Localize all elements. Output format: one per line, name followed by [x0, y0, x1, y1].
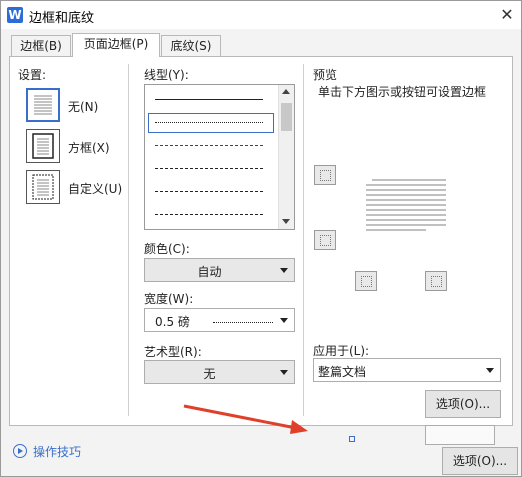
- preview-hint: 单击下方图示或按钮可设置边框: [318, 85, 487, 99]
- chevron-down-icon: [280, 370, 288, 375]
- apply-to-dropdown[interactable]: 整篇文档: [313, 358, 501, 382]
- top-border-button[interactable]: [314, 165, 336, 185]
- left-border-button[interactable]: [355, 271, 377, 291]
- art-label: 艺术型(R):: [144, 345, 202, 359]
- apply-to-value: 整篇文档: [318, 365, 367, 379]
- settings-label: 设置:: [18, 68, 47, 82]
- line-style-dashed[interactable]: [155, 168, 263, 169]
- line-style-solid[interactable]: [155, 99, 263, 100]
- wps-writer-icon: W: [7, 7, 23, 23]
- border-box-icon: [32, 133, 54, 159]
- setting-box-label[interactable]: 方框(X): [68, 139, 110, 156]
- blank-button[interactable]: [425, 425, 495, 445]
- preview-label: 预览: [313, 68, 338, 82]
- line-style-dotted[interactable]: [155, 122, 263, 123]
- tab-borders[interactable]: 边框(B): [11, 35, 71, 56]
- tab-shading[interactable]: 底纹(S): [161, 35, 221, 56]
- setting-custom-label[interactable]: 自定义(U): [68, 180, 122, 197]
- chevron-down-icon: [280, 268, 288, 273]
- chevron-down-icon: [280, 318, 288, 323]
- bottom-border-button[interactable]: [314, 230, 336, 250]
- setting-box-option[interactable]: [26, 129, 60, 163]
- apply-to-label: 应用于(L):: [313, 344, 370, 358]
- options-button-2[interactable]: 选项(O)...: [442, 447, 518, 475]
- color-value: 自动: [197, 265, 222, 279]
- line-style-dashed-small[interactable]: [155, 145, 263, 146]
- width-label: 宽度(W):: [144, 292, 194, 306]
- play-icon: [13, 444, 27, 458]
- play-triangle: [18, 448, 23, 454]
- setting-none-option[interactable]: [26, 88, 60, 122]
- divider-left: [128, 64, 129, 416]
- close-button[interactable]: ✕: [497, 5, 517, 25]
- right-border-button[interactable]: [425, 271, 447, 291]
- line-style-list[interactable]: [144, 84, 295, 230]
- title-bar: W 边框和底纹 ✕: [1, 1, 521, 29]
- art-dropdown[interactable]: 无: [144, 360, 295, 384]
- border-custom-icon: [32, 174, 54, 200]
- color-label: 颜色(C):: [144, 242, 190, 256]
- art-value: 无: [203, 367, 216, 381]
- line-style-dash-dot[interactable]: [155, 191, 263, 192]
- divider-right: [303, 64, 304, 416]
- line-style-scrollbar[interactable]: [278, 85, 294, 229]
- width-dropdown[interactable]: 0.5 磅: [144, 308, 295, 332]
- color-dropdown[interactable]: 自动: [144, 258, 295, 282]
- cursor-icon: [349, 436, 355, 442]
- width-value: 0.5 磅: [155, 315, 190, 329]
- close-icon: ✕: [500, 5, 514, 24]
- setting-none-label[interactable]: 无(N): [68, 98, 98, 115]
- line-style-label: 线型(Y):: [144, 68, 189, 82]
- preview-page[interactable]: [366, 178, 446, 234]
- chevron-down-icon: [486, 368, 494, 373]
- setting-custom-option[interactable]: [26, 170, 60, 204]
- width-line-preview: [213, 322, 273, 323]
- tips-link[interactable]: 操作技巧: [33, 443, 81, 460]
- line-style-selection: [148, 113, 274, 133]
- options-button[interactable]: 选项(O)...: [425, 390, 501, 418]
- line-style-dash-dot-dot[interactable]: [155, 214, 263, 215]
- scroll-up-icon[interactable]: [282, 89, 290, 94]
- annotation-arrow-icon: [183, 404, 308, 434]
- scroll-thumb[interactable]: [281, 103, 292, 131]
- tab-page-border[interactable]: 页面边框(P): [72, 33, 160, 57]
- dialog-title: 边框和底纹: [29, 11, 95, 26]
- preview-lines-icon: [366, 179, 446, 231]
- border-none-icon: [34, 95, 52, 115]
- scroll-down-icon[interactable]: [282, 219, 290, 224]
